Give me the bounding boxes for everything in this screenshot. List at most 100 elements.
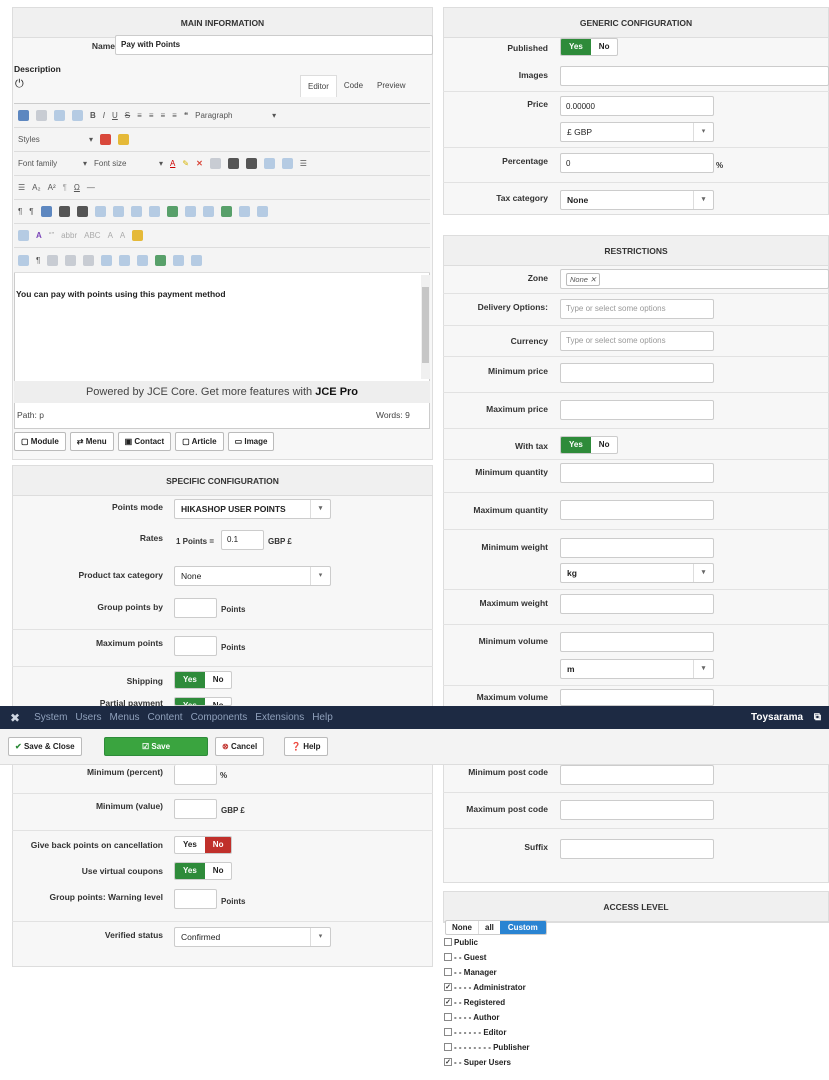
menu-system[interactable]: System <box>34 712 67 723</box>
partial-payment-toggle[interactable]: Yes No <box>174 697 233 706</box>
spellcheck-icon[interactable]: A <box>36 231 42 240</box>
ltr-icon[interactable]: ¶ <box>18 207 22 216</box>
paste-text-icon[interactable] <box>245 158 257 169</box>
character-icon[interactable]: ¶ <box>63 183 67 192</box>
price-input[interactable]: 0.00000 <box>560 96 714 116</box>
checkbox[interactable] <box>444 968 452 976</box>
search-icon[interactable] <box>76 206 88 217</box>
min-quantity-input[interactable] <box>560 463 714 483</box>
product-tax-select[interactable]: None ▾ <box>174 566 331 586</box>
chevron-down-icon[interactable]: ▾ <box>272 111 276 120</box>
help-button[interactable]: ❓ Help <box>284 737 328 756</box>
row-after-icon[interactable] <box>130 206 142 217</box>
chevron-down-icon[interactable]: ▾ <box>159 159 163 168</box>
access-group-item[interactable]: ✓ - - Super Users <box>444 1056 644 1068</box>
menu-components[interactable]: Components <box>191 712 248 723</box>
min-value-input[interactable] <box>174 799 217 819</box>
del-icon[interactable]: A <box>108 231 113 240</box>
jce-pro-link[interactable]: JCE Pro <box>315 386 358 398</box>
help-icon[interactable] <box>18 110 29 121</box>
menu-menus[interactable]: Menus <box>110 712 140 723</box>
chevron-down-icon[interactable]: ▾ <box>83 159 87 168</box>
max-weight-input[interactable] <box>560 594 714 614</box>
align-right-icon[interactable]: ≡ <box>160 111 165 120</box>
underline-icon[interactable]: U <box>112 111 118 120</box>
italic-icon[interactable]: I <box>103 111 105 120</box>
checkbox[interactable] <box>444 938 452 946</box>
zone-input[interactable]: None ✕ <box>560 269 829 289</box>
image-manager-icon[interactable] <box>132 230 144 241</box>
zone-tag[interactable]: None ✕ <box>566 273 601 286</box>
indent-icon[interactable] <box>263 158 275 169</box>
checkbox[interactable] <box>444 953 452 961</box>
warning-level-input[interactable] <box>174 889 217 909</box>
editor-content[interactable]: You can pay with points using this payme… <box>16 289 416 299</box>
omega-icon[interactable]: Ω <box>74 183 80 192</box>
chevron-down-icon[interactable]: ▾ <box>89 135 93 144</box>
save-button[interactable]: ☑ Save <box>104 737 208 756</box>
remove-format-icon[interactable]: ✕ <box>196 159 203 168</box>
grid-icon[interactable] <box>18 254 29 266</box>
cite-icon[interactable]: “” <box>49 231 54 240</box>
acronym-icon[interactable]: ABC <box>84 231 100 240</box>
joomla-logo-icon[interactable]: ✖ <box>10 711 20 725</box>
font-family-select[interactable]: Font family <box>18 159 76 168</box>
with-tax-toggle[interactable]: Yes No <box>560 436 619 454</box>
media-icon[interactable] <box>101 254 113 266</box>
col-after-icon[interactable] <box>184 206 196 217</box>
access-group-item[interactable]: ✓ - - - - Administrator <box>444 981 644 993</box>
menu-extensions[interactable]: Extensions <box>255 712 304 723</box>
currency-input[interactable]: Type or select some options <box>560 331 714 351</box>
col-delete-icon[interactable] <box>202 206 214 217</box>
article-button[interactable]: ▢ Article <box>175 432 224 451</box>
blockquote-icon[interactable]: ❝ <box>184 111 188 120</box>
blocks-icon[interactable] <box>191 254 203 266</box>
copy-icon[interactable] <box>209 158 221 169</box>
percentage-input[interactable]: 0 <box>560 153 714 173</box>
access-group-item[interactable]: - - - - - - - - Publisher <box>444 1041 644 1053</box>
paragraph-select[interactable]: Paragraph <box>195 111 265 120</box>
contact-button[interactable]: ▣ Contact <box>117 432 172 451</box>
align-left-icon[interactable]: ≡ <box>137 111 142 120</box>
group-points-input[interactable] <box>174 598 217 618</box>
row-delete-icon[interactable] <box>148 206 160 217</box>
text-color-icon[interactable]: A <box>170 159 175 168</box>
strikethrough-icon[interactable]: S <box>125 111 130 120</box>
tab-code[interactable]: Code <box>337 75 370 97</box>
max-price-input[interactable] <box>560 400 714 420</box>
currency-select[interactable]: £ GBP ▾ <box>560 122 714 142</box>
published-toggle[interactable]: Yes No <box>560 38 619 56</box>
abbr-icon[interactable]: abbr <box>61 231 77 240</box>
rates-input[interactable]: 0.1 <box>221 530 264 550</box>
plugin-icon[interactable] <box>83 254 95 266</box>
redo-icon[interactable] <box>72 110 83 121</box>
file-icon[interactable] <box>47 254 59 266</box>
align-center-icon[interactable]: ≡ <box>149 111 154 120</box>
numbered-list-icon[interactable]: ☰ <box>300 159 307 168</box>
col-before-icon[interactable] <box>166 206 178 217</box>
new-document-icon[interactable] <box>36 110 47 121</box>
min-volume-input[interactable] <box>560 632 714 652</box>
tab-editor[interactable]: Editor <box>300 75 337 97</box>
checkbox[interactable] <box>444 1013 452 1021</box>
min-post-code-input[interactable] <box>560 765 714 785</box>
style-icon[interactable] <box>155 254 167 266</box>
access-group-item[interactable]: Public <box>444 936 644 948</box>
paste-icon[interactable] <box>227 158 239 169</box>
shipping-toggle[interactable]: Yes No <box>174 671 233 689</box>
checkbox[interactable] <box>444 1043 452 1051</box>
weight-unit-select[interactable]: kg ▾ <box>560 563 714 583</box>
visual-aid-icon[interactable] <box>18 230 29 241</box>
horizontal-rule-icon[interactable]: — <box>87 183 95 192</box>
bold-icon[interactable]: B <box>90 111 96 120</box>
verified-status-select[interactable]: Confirmed ▾ <box>174 927 331 947</box>
subscript-icon[interactable]: A₂ <box>32 183 40 192</box>
access-group-item[interactable]: - - Guest <box>444 951 644 963</box>
power-icon[interactable]: ⏻ <box>15 78 24 91</box>
suffix-input[interactable] <box>560 839 714 859</box>
checkbox[interactable]: ✓ <box>444 998 452 1006</box>
tab-preview[interactable]: Preview <box>370 75 412 97</box>
module-button[interactable]: ▢ Module <box>14 432 66 451</box>
outdent-icon[interactable] <box>281 158 293 169</box>
bullet-list-icon[interactable]: ☰ <box>18 183 25 192</box>
